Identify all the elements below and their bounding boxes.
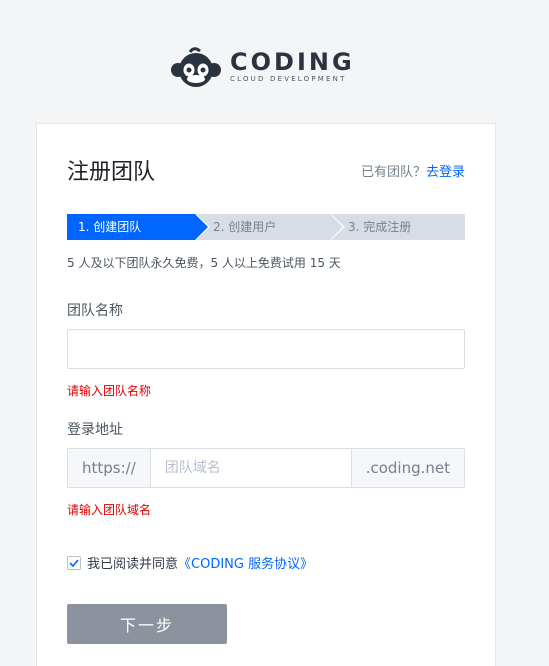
login-hint-text: 已有团队？ bbox=[360, 164, 426, 180]
domain-suffix: .coding.net bbox=[350, 449, 464, 487]
login-address-group: https:// 团队域名 .coding.net bbox=[67, 448, 465, 488]
pricing-note: 5 人及以下团队永久免费，5 人以上免费试用 15 天 bbox=[67, 256, 341, 270]
protocol-prefix: https:// bbox=[68, 449, 151, 487]
page-title: 注册团队 bbox=[67, 160, 156, 185]
monkey-logo-icon bbox=[171, 47, 221, 87]
step-label: 1. 创建团队 bbox=[78, 220, 142, 234]
register-card: 注册团队 已有团队？去登录 1. 创建团队 2. 创建用户 3. 完成注册 5 … bbox=[36, 123, 496, 666]
team-domain-input[interactable]: 团队域名 bbox=[151, 449, 351, 487]
team-name-error: 请输入团队名称 bbox=[67, 384, 152, 398]
step-label: 2. 创建用户 bbox=[213, 220, 277, 234]
coding-logo: CODING CLOUD DEVELOPMENT bbox=[170, 46, 355, 88]
step-create-team: 1. 创建团队 bbox=[67, 214, 210, 240]
login-hint: 已有团队？去登录 bbox=[361, 161, 465, 180]
service-agreement-link[interactable]: 《CODING 服务协议》 bbox=[178, 553, 313, 572]
step-label: 3. 完成注册 bbox=[348, 220, 412, 234]
step-create-user: 2. 创建用户 bbox=[195, 214, 345, 240]
login-address-label: 登录地址 bbox=[67, 422, 123, 438]
check-icon bbox=[69, 558, 79, 567]
team-domain-error: 请输入团队域名 bbox=[67, 503, 152, 517]
team-name-label: 团队名称 bbox=[67, 303, 123, 319]
login-link[interactable]: 去登录 bbox=[426, 165, 465, 180]
agreement-checkbox[interactable] bbox=[67, 555, 81, 570]
agreement-row: 我已阅读并同意 《CODING 服务协议》 bbox=[67, 553, 313, 572]
step-indicator: 1. 创建团队 2. 创建用户 3. 完成注册 bbox=[67, 214, 465, 240]
team-name-input[interactable] bbox=[67, 329, 465, 369]
agreement-text: 我已阅读并同意 bbox=[87, 557, 179, 572]
logo-title: CODING bbox=[230, 48, 355, 76]
logo-subtitle: CLOUD DEVELOPMENT bbox=[230, 75, 347, 83]
card-header: 注册团队 已有团队？去登录 bbox=[67, 154, 465, 186]
step-complete: 3. 完成注册 bbox=[330, 214, 465, 240]
next-button[interactable]: 下一步 bbox=[67, 604, 227, 644]
